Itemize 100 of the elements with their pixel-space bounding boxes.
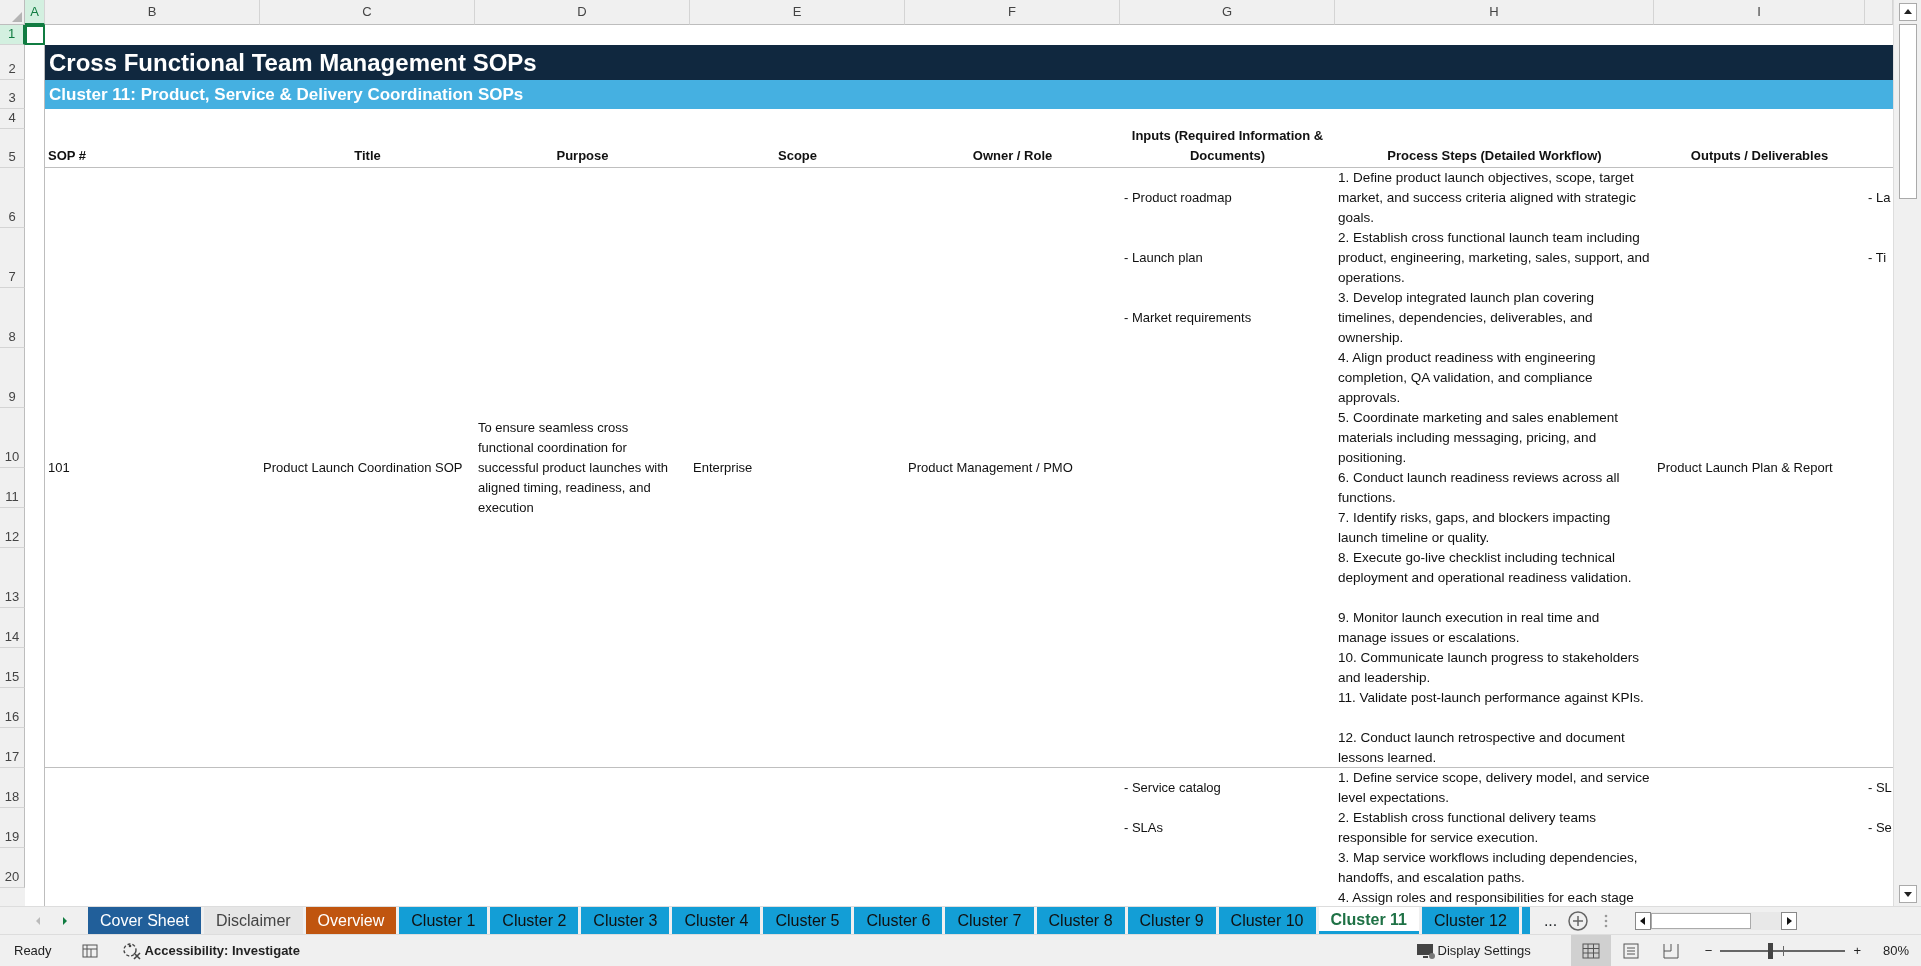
table-cell-text: Product Launch Plan & Report	[1656, 459, 1834, 477]
row-header[interactable]: 9	[0, 348, 25, 408]
zoom-out-button[interactable]: −	[1704, 940, 1713, 961]
accessibility-status[interactable]: Accessibility: Investigate	[144, 940, 300, 961]
table-cell-text: 2. Establish cross functional delivery teams responsible for service execution.	[1337, 809, 1598, 847]
row-header[interactable]: 1	[0, 25, 25, 45]
table-cell-text: 6. Conduct launch readiness reviews across all functions.	[1337, 469, 1621, 507]
row-header[interactable]: 13	[0, 548, 25, 608]
sheet-tab[interactable]: Cluster 7	[945, 907, 1034, 934]
column-header[interactable]: E	[690, 0, 905, 25]
table-cell-text: 4. Assign roles and responsibilities for each stage	[1337, 889, 1635, 906]
sheet-tab[interactable]: Cluster 6	[854, 907, 943, 934]
row-header[interactable]: 7	[0, 228, 25, 288]
column-header[interactable]: F	[905, 0, 1120, 25]
scroll-thumb[interactable]	[1898, 24, 1917, 199]
sheet-tab[interactable]: Cluster 11	[1318, 907, 1419, 934]
column-heading: Owner / Role	[971, 147, 1054, 165]
view-button[interactable]	[1570, 934, 1611, 966]
table-cell-text: 1. Define service scope, delivery model, and service level expectations.	[1337, 769, 1651, 807]
zoom-slider-thumb[interactable]	[1768, 942, 1774, 959]
table-cell-text: 9. Monitor launch execution in real time and manage issues or escalations.	[1337, 609, 1601, 647]
row-header[interactable]: 11	[0, 468, 25, 508]
table-cell-text: - Service catalog	[1123, 779, 1222, 797]
table-cell-text: - SLAs	[1123, 819, 1164, 837]
column-header[interactable]: G	[1120, 0, 1335, 25]
table-cell-text: 4. Align product readiness with engineering completion, QA validation, and compliance approvals.	[1337, 349, 1597, 407]
row-header[interactable]: 10	[0, 408, 25, 468]
scroll-thumb[interactable]	[1651, 912, 1752, 929]
page-icon	[1621, 942, 1640, 959]
row-header[interactable]: 16	[0, 688, 25, 728]
row-header[interactable]: 14	[0, 608, 25, 648]
table-cell-text: - Market requirements	[1123, 309, 1253, 327]
table-cell-text: 10. Communicate launch progress to stakeholders and leadership.	[1337, 649, 1640, 687]
column-header[interactable]: A	[25, 0, 45, 25]
drag-handle-icon[interactable]	[1603, 912, 1610, 929]
table-cell-text: Product Launch Coordination SOP	[262, 459, 464, 477]
table-cell-text: Enterprise	[692, 459, 754, 477]
column-header[interactable]: I	[1654, 0, 1865, 25]
row-header[interactable]: 18	[0, 768, 25, 808]
accessibility-icon[interactable]	[121, 941, 142, 960]
status-text: Ready	[14, 941, 52, 960]
zoom-level: 80%	[1882, 941, 1909, 960]
sheet-tab[interactable]: Cluster 2	[490, 907, 579, 934]
table-cell-text: 101	[47, 459, 71, 477]
display-settings-button[interactable]: Display Settings	[1437, 940, 1531, 961]
column-heading: Process Steps (Detailed Workflow)	[1386, 147, 1603, 165]
table-cell-text: 7. Identify risks, gaps, and blockers impacting launch timeline or quality.	[1337, 509, 1612, 547]
column-header[interactable]: H	[1335, 0, 1654, 25]
row-header[interactable]: 3	[0, 80, 25, 109]
table-cell-text: 2. Establish cross functional launch team including product, engineering, marketing, sales, support, and operations.	[1337, 229, 1651, 287]
vertical-scrollbar[interactable]	[1893, 0, 1921, 906]
display-settings-icon[interactable]	[1415, 941, 1436, 960]
row-header[interactable]: 12	[0, 508, 25, 548]
table-cell-text: - La	[1867, 189, 1892, 207]
sheet-tab[interactable]: Cluster 9	[1127, 907, 1216, 934]
column-header[interactable]: B	[45, 0, 260, 25]
sheet-tab[interactable]: Cluster 3	[581, 907, 670, 934]
row-header[interactable]: 8	[0, 288, 25, 348]
sheet-tab[interactable]: Cluster 12	[1422, 907, 1519, 934]
column-header[interactable]: D	[475, 0, 690, 25]
row-header[interactable]: 6	[0, 168, 25, 228]
sheet-title: Cross Functional Team Management SOPs	[45, 45, 1893, 80]
sheet-tab[interactable]: Overview	[305, 907, 397, 934]
row-header[interactable]: 19	[0, 808, 25, 848]
table-cell-text: 12. Conduct launch retrospective and document lessons learned.	[1337, 729, 1626, 767]
column-heading: Outputs / Deliverables	[1689, 147, 1830, 165]
zoom-in-button[interactable]: +	[1853, 940, 1861, 961]
sheet-tab[interactable]: Cluster 1	[399, 907, 488, 934]
row-header[interactable]: 17	[0, 728, 25, 768]
sheet-tab[interactable]: Cover Sheet	[88, 907, 201, 934]
row-header[interactable]: 20	[0, 848, 25, 888]
corner-triangle-icon	[12, 12, 22, 22]
grid-icon	[1581, 942, 1600, 959]
sheet-tab[interactable]: Cluster 4	[672, 907, 761, 934]
sheet-tab[interactable]: Cluster 5	[763, 907, 852, 934]
page-break-icon	[1661, 942, 1680, 959]
column-heading: SOP #	[47, 147, 88, 165]
sheet-tab[interactable]: Cluster 8	[1036, 907, 1125, 934]
row-header[interactable]: 2	[0, 45, 25, 80]
table-cell-text: - Product roadmap	[1123, 189, 1233, 207]
table-cell-text: 5. Coordinate marketing and sales enablement materials including messaging, pricing, and positioning.	[1337, 409, 1619, 467]
sheet-tab[interactable]	[1521, 907, 1530, 934]
table-cell-text: - Ti	[1867, 249, 1888, 267]
column-header[interactable]: C	[260, 0, 475, 25]
column-heading: Title	[353, 147, 382, 165]
sheet-tab[interactable]: Cluster 10	[1218, 907, 1316, 934]
row-header[interactable]: 4	[0, 109, 25, 129]
row-header[interactable]: 5	[0, 129, 25, 168]
table-cell-text: 8. Execute go-live checklist including technical deployment and operational readiness validation.	[1337, 549, 1633, 587]
table-cell-text: 3. Map service workflows including dependencies, handoffs, and escalation paths.	[1337, 849, 1639, 887]
table-cell-text: 3. Develop integrated launch plan covering timelines, dependencies, deliverables, and ownership.	[1337, 289, 1595, 347]
sheet-tab[interactable]: Disclaimer	[203, 907, 303, 934]
table-cell-text: - Launch plan	[1123, 249, 1204, 267]
table-cell-text: - SL	[1867, 779, 1893, 797]
row-header[interactable]: 15	[0, 648, 25, 688]
sheet-subtitle: Cluster 11: Product, Service & Delivery Coordination SOPs	[45, 80, 1893, 109]
more-sheets-button[interactable]: ...	[1543, 907, 1558, 934]
column-heading: Inputs (Required Information & Documents)	[1130, 129, 1325, 165]
add-sheet-icon[interactable]	[1567, 909, 1590, 932]
table-cell-text: To ensure seamless cross functional coordination for successful product launches with aligned timing, readiness, and execution	[477, 419, 670, 517]
